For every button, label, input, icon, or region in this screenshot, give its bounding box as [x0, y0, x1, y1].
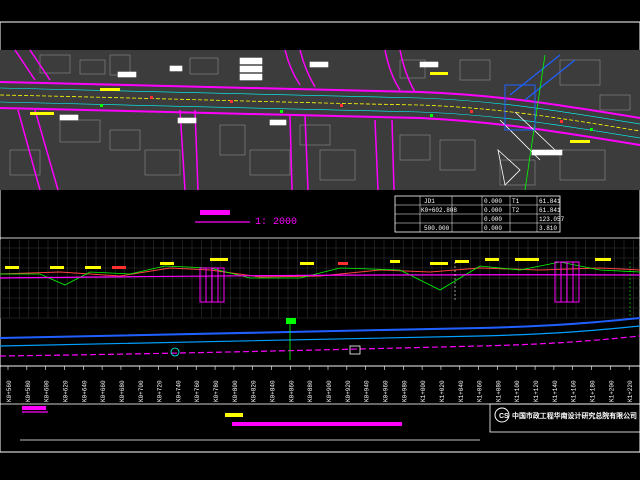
station-label: K1+100: [514, 380, 521, 402]
station-label: K1+080: [495, 380, 502, 402]
table-cell: 0.000: [484, 198, 502, 205]
company-name: 中国市政工程华南设计研究总院有限公司: [512, 411, 637, 420]
station-label: K1+120: [533, 380, 540, 402]
station-label: K1+020: [439, 380, 446, 402]
pipe-band-top: [0, 317, 640, 339]
station-label: K0+800: [232, 380, 239, 402]
profile-grid: [0, 240, 640, 319]
station-label: K0+720: [157, 380, 164, 402]
notes-title: [225, 413, 243, 417]
station-label: K0+700: [138, 380, 145, 402]
curve-table-gridlines: [395, 196, 560, 232]
manhole-symbol-2: [349, 345, 361, 355]
station-label: K0+740: [175, 380, 182, 402]
table-cell: 123.057: [539, 216, 565, 223]
station-label: K0+580: [25, 380, 32, 402]
table-cell: 0.000: [484, 216, 502, 223]
station-label: K0+940: [364, 380, 371, 402]
station-label: K1+040: [458, 380, 465, 402]
table-cell: T1: [512, 198, 520, 205]
station-label: K0+600: [44, 380, 51, 402]
station-label: K0+680: [119, 380, 126, 402]
drawing-sheet: 1: 2000 JD1 0.000 T1 61.841 K0+602.808 0…: [0, 21, 640, 453]
station-label: K1+060: [477, 380, 484, 402]
station-label: K0+780: [213, 380, 220, 402]
station-label: K0+920: [345, 380, 352, 402]
table-cell: 0.000: [484, 207, 502, 214]
table-cell: 500.000: [424, 225, 450, 232]
station-band: K0+560 K0+580 K0+600 K0+620 K0+640 K0+660 K0+6…: [0, 365, 640, 405]
curve-table-cells: JD1 0.000 T1 61.841 K0+602.808 0.000 T2 …: [421, 198, 565, 232]
station-labels: K0+560 K0+580 K0+600 K0+620 K0+640 K0+660 K0+6…: [6, 366, 634, 402]
table-cell: 0.000: [484, 225, 502, 232]
station-label: K0+860: [288, 380, 295, 402]
notes-heading: [22, 406, 46, 410]
station-label: K0+820: [251, 380, 258, 402]
profile-view: [0, 237, 640, 367]
title-block: CS 中国市政工程华南设计研究总院有限公司: [489, 403, 640, 433]
station-label: K1+140: [552, 380, 559, 402]
station-label: K1+180: [590, 380, 597, 402]
station-label: K0+880: [307, 380, 314, 402]
curve-table: JD1 0.000 T1 61.841 K0+602.808 0.000 T2 …: [394, 195, 565, 233]
plan-scale-label: 1: 2000: [255, 217, 297, 228]
table-cell: JD1: [424, 198, 435, 205]
company-logo-mark: CS: [499, 413, 509, 420]
station-label: K0+760: [194, 380, 201, 402]
table-cell: 3.810: [539, 225, 557, 232]
station-label: K0+660: [100, 380, 107, 402]
notes-line: [232, 422, 402, 426]
manhole-symbol-1: [170, 347, 180, 357]
station-label: K0+640: [81, 380, 88, 402]
station-label: K0+560: [6, 380, 13, 402]
table-cell: 61.841: [539, 207, 561, 214]
plan-scale: 1: 2000: [195, 210, 297, 228]
station-label: K1+200: [608, 380, 615, 402]
station-label: K1+220: [627, 380, 634, 402]
station-label: K0+620: [62, 380, 69, 402]
notes-area: [20, 406, 480, 441]
station-label: K1+000: [420, 380, 427, 402]
station-label: K0+960: [382, 380, 389, 402]
station-band-frame: [0, 365, 640, 405]
plan-view: [0, 49, 640, 191]
station-label: K1+160: [571, 380, 578, 402]
station-label: K0+840: [270, 380, 277, 402]
pipe-marker: [286, 318, 296, 324]
station-label: K0+900: [326, 380, 333, 402]
table-cell: 61.841: [539, 198, 561, 205]
table-cell: T2: [512, 207, 520, 214]
station-label: K0+980: [401, 380, 408, 402]
table-cell: K0+602.808: [421, 207, 457, 214]
plan-title-bar: [200, 210, 230, 215]
